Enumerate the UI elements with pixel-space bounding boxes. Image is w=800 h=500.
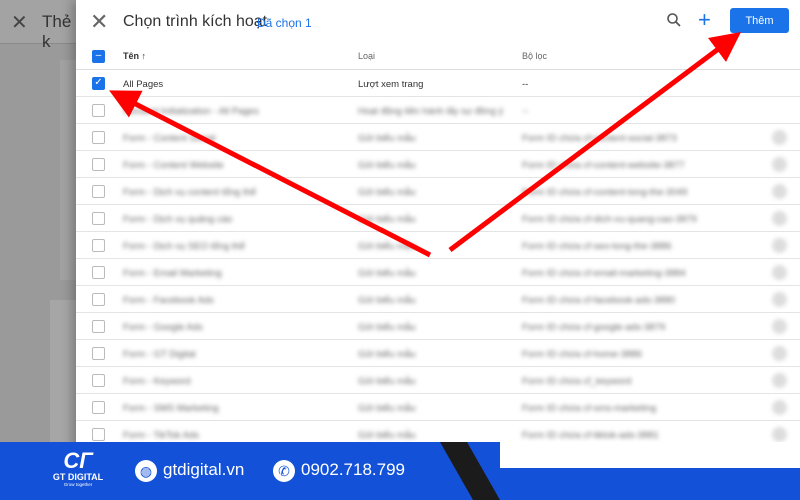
logo-mark: CΓ [63,448,93,473]
globe-icon: ◍ [135,460,157,482]
arrow-to-add-button [448,32,742,253]
annotation-arrows [109,32,742,258]
logo-slogan: Grow together [63,482,93,487]
gt-digital-logo: CΓ GT DIGITAL Grow together [48,448,108,488]
logo-brand: GT DIGITAL [52,472,104,482]
website-text: gtdigital.vn [163,460,245,479]
arrow-to-checkbox [109,90,432,258]
footer-cutout [500,442,800,468]
phone-text: 0902.718.799 [301,460,405,479]
phone-icon: ✆ [273,460,295,482]
